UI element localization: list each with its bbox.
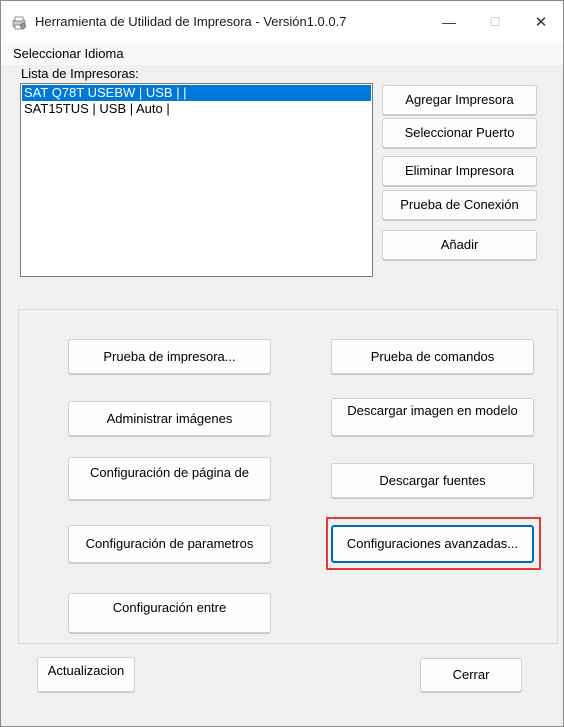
add-button[interactable]: Añadir: [382, 230, 537, 260]
menu-select-language[interactable]: Seleccionar Idioma: [13, 46, 124, 61]
update-button[interactable]: Actualizacion: [37, 657, 135, 692]
manage-images-button[interactable]: Administrar imágenes: [68, 401, 271, 436]
list-item[interactable]: SAT15TUS | USB | Auto |: [22, 101, 170, 117]
close-window-button[interactable]: ✕: [518, 1, 564, 43]
highlight-box: [326, 517, 541, 570]
page-config-button[interactable]: Configuración de página de: [68, 457, 271, 500]
minimize-button[interactable]: —: [426, 1, 472, 43]
config-between-button[interactable]: Configuración entre: [68, 593, 271, 633]
window-title: Herramienta de Utilidad de Impresora - V…: [35, 14, 347, 29]
printer-test-button[interactable]: Prueba de impresora...: [68, 339, 271, 374]
download-fonts-button[interactable]: Descargar fuentes: [331, 463, 534, 498]
close-button[interactable]: Cerrar: [420, 658, 522, 692]
connection-test-button[interactable]: Prueba de Conexión: [382, 190, 537, 220]
utility-window: Herramienta de Utilidad de Impresora - V…: [0, 0, 564, 727]
printer-list-label: Lista de Impresoras:: [21, 66, 139, 81]
maximize-button[interactable]: ☐: [472, 1, 518, 43]
delete-printer-button[interactable]: Eliminar Impresora: [382, 156, 537, 186]
menu-bar: Seleccionar Idioma: [1, 43, 563, 65]
maximize-icon: ☐: [489, 15, 501, 29]
select-port-button[interactable]: Seleccionar Puerto: [382, 118, 537, 148]
minimize-icon: —: [442, 14, 456, 30]
list-item[interactable]: SAT Q78T USEBW | USB | |: [22, 85, 371, 101]
command-test-button[interactable]: Prueba de comandos: [331, 339, 534, 374]
download-image-button[interactable]: Descargar imagen en modelo: [331, 398, 534, 436]
printer-list[interactable]: SAT Q78T USEBW | USB | | SAT15TUS | USB …: [20, 83, 373, 277]
printer-gear-icon: [12, 16, 26, 30]
title-bar[interactable]: Herramienta de Utilidad de Impresora - V…: [1, 1, 563, 43]
close-icon: ✕: [534, 14, 548, 31]
add-printer-button[interactable]: Agregar Impresora: [382, 85, 537, 115]
param-config-button[interactable]: Configuración de parametros: [68, 525, 271, 563]
